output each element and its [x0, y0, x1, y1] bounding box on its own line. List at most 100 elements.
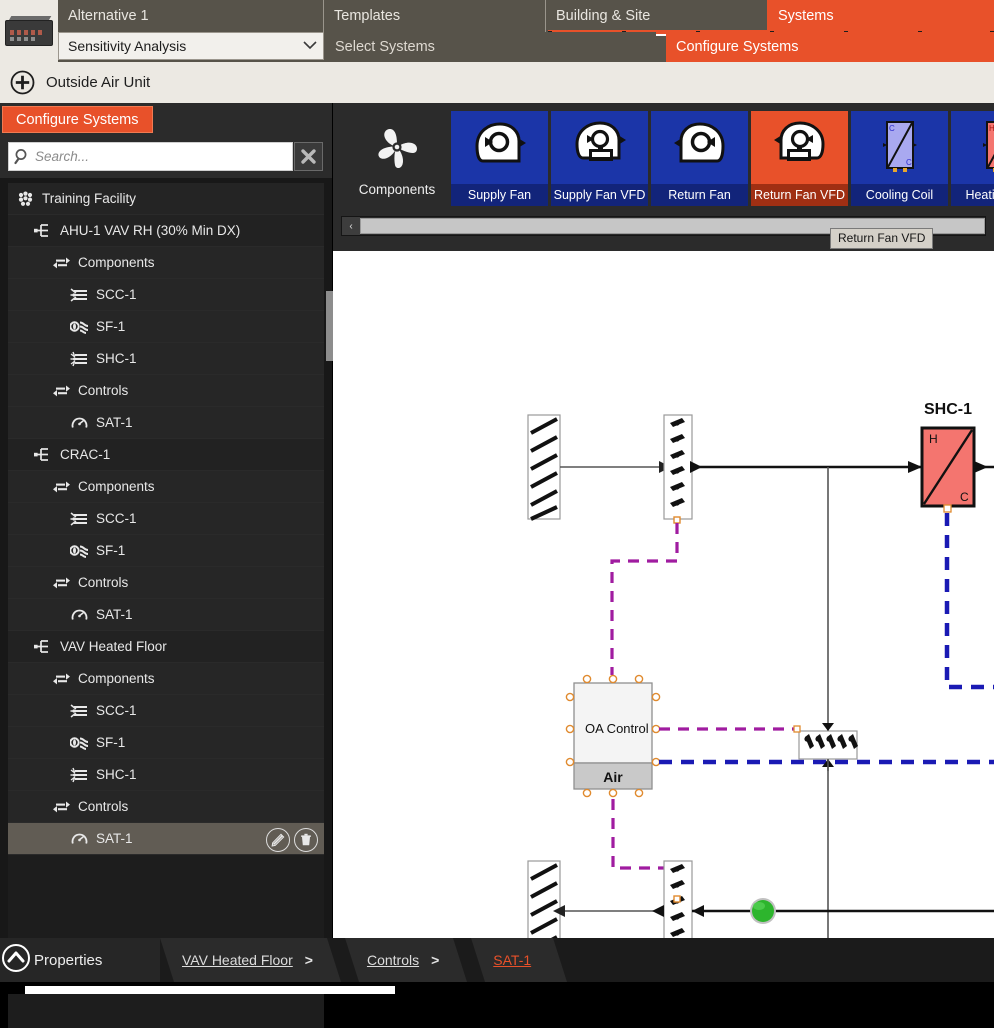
tab-alternative-1[interactable]: Alternative 1: [58, 0, 323, 32]
palette-item[interactable]: Return Fan: [651, 111, 748, 206]
tree-item-label: SF-1: [96, 319, 125, 334]
tree-item[interactable]: SF-1: [8, 311, 324, 343]
tree-item[interactable]: VAV Heated Floor: [8, 631, 324, 663]
svg-text:H: H: [929, 432, 938, 446]
tree-item-label: SAT-1: [96, 415, 133, 430]
supply-fan-icon: [451, 115, 548, 177]
breadcrumb-label: VAV Heated Floor: [182, 952, 293, 968]
search-bar: Search...: [0, 135, 332, 178]
left-panel: Configure Systems Search...: [0, 103, 332, 938]
controls-folder-icon: [50, 381, 72, 401]
tree-item[interactable]: Components: [8, 663, 324, 695]
heating-coil-icon: [68, 765, 90, 785]
search-input-wrapper[interactable]: Search...: [8, 142, 293, 171]
plus-circle-icon[interactable]: [10, 70, 35, 95]
tree-item[interactable]: Training Facility: [8, 183, 324, 215]
breadcrumb-separator: >: [431, 952, 439, 968]
system-tree[interactable]: Training Facility AHU-1 VAV RH (30% Min …: [8, 183, 324, 1028]
svg-text:C: C: [960, 490, 969, 504]
fan-icon: [68, 541, 90, 561]
search-icon: [9, 148, 35, 165]
breadcrumb-item-system[interactable]: VAV Heated Floor >: [160, 938, 327, 982]
equipment-logo-icon: [3, 14, 55, 48]
components-folder-icon: [50, 253, 72, 273]
tree-item[interactable]: CRAC-1: [8, 439, 324, 471]
components-folder-icon: [50, 477, 72, 497]
tree-item-label: AHU-1 VAV RH (30% Min DX): [60, 223, 240, 238]
palette-item[interactable]: C C Cooling Coil: [851, 111, 948, 206]
sensor-gauge-icon: [68, 605, 90, 625]
relief-air-louver-bottom: [528, 861, 560, 938]
control-line-top-damper: [612, 523, 677, 675]
tree-item[interactable]: SCC-1: [8, 279, 324, 311]
shc1-label: SHC-1: [924, 401, 972, 418]
tree-item-label: SF-1: [96, 543, 125, 558]
palette-item[interactable]: Return Fan VFD: [751, 111, 848, 206]
tree-item-label: SHC-1: [96, 351, 137, 366]
oa-control-footer: Air: [603, 769, 623, 785]
cooling-coil-icon: C C: [851, 115, 948, 177]
clear-search-button[interactable]: [294, 142, 323, 171]
edit-icon[interactable]: [266, 828, 290, 852]
tab-systems[interactable]: Systems: [767, 0, 994, 32]
tree-item-label: Training Facility: [42, 191, 136, 206]
return-fan-icon: [651, 115, 748, 177]
sensor-gauge-icon: [68, 829, 90, 849]
search-placeholder: Search...: [35, 149, 292, 164]
facility-icon: [14, 189, 36, 209]
palette-item[interactable]: Supply Fan: [451, 111, 548, 206]
palette-items: Supply Fan Supply Fan VFD Return Fan Ret…: [451, 111, 994, 206]
primary-tab-row: Alternative 1 Templates Building & Site …: [58, 0, 994, 32]
tree-item[interactable]: SAT-1: [8, 823, 324, 855]
supply-fan-vfd-icon: [551, 115, 648, 177]
tree-item[interactable]: Controls: [8, 791, 324, 823]
tree-item[interactable]: AHU-1 VAV RH (30% Min DX): [8, 215, 324, 247]
analysis-type-value: Sensitivity Analysis: [59, 38, 297, 54]
subtab-configure-systems[interactable]: Configure Systems: [666, 32, 994, 62]
tree-item[interactable]: SF-1: [8, 727, 324, 759]
tree-item-label: Controls: [78, 383, 128, 398]
tree-item[interactable]: SAT-1: [8, 407, 324, 439]
tree-item[interactable]: Controls: [8, 375, 324, 407]
tree-item[interactable]: SCC-1: [8, 503, 324, 535]
properties-toggle[interactable]: Properties: [0, 938, 160, 982]
delete-icon[interactable]: [294, 828, 318, 852]
tree-item-label: SAT-1: [96, 607, 133, 622]
tree-item[interactable]: SAT-1: [8, 599, 324, 631]
palette-item[interactable]: Supply Fan VFD: [551, 111, 648, 206]
tree-scrollbar-thumb[interactable]: [326, 291, 333, 361]
properties-label: Properties: [34, 952, 102, 969]
app-header: Alternative 1 Templates Building & Site …: [0, 0, 994, 62]
palette-item[interactable]: H C Heating Coil: [951, 111, 994, 206]
secondary-tab-row: Sensitivity Analysis Select Systems Conf…: [58, 32, 994, 62]
breadcrumb-item-current[interactable]: SAT-1: [471, 938, 553, 982]
tree-item[interactable]: SCC-1: [8, 695, 324, 727]
tab-building-site[interactable]: Building & Site: [545, 0, 767, 32]
analysis-type-select[interactable]: Sensitivity Analysis: [58, 32, 324, 60]
heating-coil-icon: [68, 349, 90, 369]
svg-text:C: C: [889, 124, 895, 133]
tab-configure-systems-panel[interactable]: Configure Systems: [2, 106, 153, 133]
footer-bar: Properties VAV Heated Floor > Controls >…: [0, 938, 994, 982]
breadcrumb: VAV Heated Floor > Controls > SAT-1: [160, 938, 553, 982]
system-diagram-canvas[interactable]: SHC-1 H C OA: [333, 251, 994, 938]
palette-group-components[interactable]: Components: [343, 111, 451, 211]
tree-item-label: Controls: [78, 575, 128, 590]
tree-item-label: SHC-1: [96, 767, 137, 782]
tree-item[interactable]: SF-1: [8, 535, 324, 567]
chevron-down-icon: [297, 40, 323, 53]
tree-item[interactable]: SHC-1: [8, 343, 324, 375]
scroll-left-arrow-icon[interactable]: ‹: [342, 217, 360, 235]
fan-blade-icon: [372, 125, 422, 178]
tree-item[interactable]: Components: [8, 471, 324, 503]
tree-item[interactable]: Components: [8, 247, 324, 279]
palette-group-label: Components: [359, 182, 436, 197]
tree-item[interactable]: SHC-1: [8, 759, 324, 791]
tree-item-label: Controls: [78, 799, 128, 814]
breadcrumb-item-controls[interactable]: Controls >: [345, 938, 453, 982]
tab-templates[interactable]: Templates: [323, 0, 545, 32]
subtab-select-systems[interactable]: Select Systems: [325, 32, 656, 62]
breadcrumb-label-current: SAT-1: [493, 952, 531, 968]
relief-air-damper-bottom: [664, 861, 692, 938]
tree-item[interactable]: Controls: [8, 567, 324, 599]
